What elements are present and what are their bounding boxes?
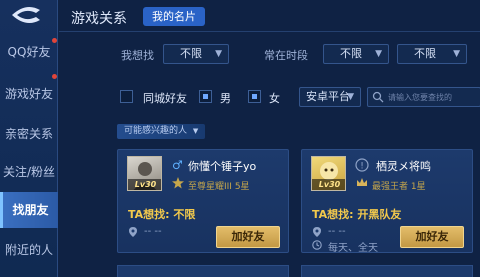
sidebar-item-nearby[interactable]: 附近的人 xyxy=(0,232,58,268)
player-name: 你懂个锤子yo xyxy=(188,160,257,173)
add-friend-button[interactable]: 加好友 xyxy=(400,226,464,248)
add-friend-button[interactable]: 加好友 xyxy=(216,226,280,248)
sidebar: QQ好友 游戏好友 亲密关系 关注/粉丝 找朋友 附近的人 xyxy=(0,0,58,277)
platform-select-value: 安卓平台 xyxy=(306,90,350,103)
sidebar-item-label: 游戏好友 xyxy=(4,87,53,101)
chevron-down-icon: ▼ xyxy=(375,49,382,59)
chevron-down-icon: ▼ xyxy=(453,49,460,59)
female-checkbox[interactable] xyxy=(248,90,261,103)
player-card[interactable]: Lv30 ♂ 你懂个锤子yo 至尊星耀III 5星 TA想找: 不限 -- --… xyxy=(117,149,289,253)
sidebar-item-game-friends[interactable]: 游戏好友 xyxy=(0,76,58,112)
location-text: -- -- xyxy=(328,226,346,237)
player-card-peek xyxy=(117,265,289,277)
location-icon xyxy=(129,227,137,237)
header-bar: 游戏关系 我的名片 xyxy=(59,0,480,32)
want-text: TA想找: 不限 xyxy=(128,208,196,221)
male-label: 男 xyxy=(220,92,231,105)
page-title: 游戏关系 xyxy=(71,11,127,27)
level-badge: Lv30 xyxy=(128,179,161,190)
unknown-gender-icon: ! xyxy=(355,158,369,172)
sidebar-item-label: 关注/粉丝 xyxy=(2,165,56,179)
level-badge: Lv30 xyxy=(312,179,345,190)
time-select-value: 不限 xyxy=(340,47,362,60)
time-filter-label: 常在时段 xyxy=(264,49,308,62)
want-select-value: 不限 xyxy=(180,47,202,60)
want-filter-label: 我想找 xyxy=(121,49,154,62)
notification-dot xyxy=(52,38,57,43)
want-select[interactable]: 不限 ▼ xyxy=(163,44,229,64)
avatar[interactable]: Lv30 xyxy=(127,156,162,191)
platform-select[interactable]: 安卓平台 ▼ xyxy=(299,87,361,107)
back-logo-icon[interactable] xyxy=(6,4,46,26)
my-card-button[interactable]: 我的名片 xyxy=(143,7,205,26)
want-text: TA想找: 开黑队友 xyxy=(312,208,402,221)
sidebar-item-find-friends[interactable]: 找朋友 xyxy=(0,192,58,228)
sidebar-item-intimate[interactable]: 亲密关系 xyxy=(0,116,58,152)
sidebar-item-label: 找朋友 xyxy=(12,203,49,217)
search-box xyxy=(367,87,480,107)
chevron-down-icon: ▼ xyxy=(347,92,354,102)
svg-text:!: ! xyxy=(360,162,364,172)
sidebar-item-follow-fans[interactable]: 关注/粉丝 xyxy=(0,154,58,190)
chevron-down-icon: ▼ xyxy=(192,127,199,135)
time-select-value-2: 不限 xyxy=(414,47,436,60)
search-input[interactable] xyxy=(388,89,480,105)
sidebar-item-label: QQ好友 xyxy=(7,45,51,59)
time-select[interactable]: 不限 ▼ xyxy=(323,44,389,64)
player-name: 栖灵メ将鸣 xyxy=(376,160,431,173)
male-checkbox[interactable] xyxy=(199,90,212,103)
sidebar-item-label: 附近的人 xyxy=(4,243,53,257)
section-tag-label: 可能感兴趣的人 xyxy=(124,126,188,136)
search-icon xyxy=(372,91,384,103)
sidebar-item-label: 亲密关系 xyxy=(4,127,53,141)
clock-icon xyxy=(312,240,322,250)
sidebar-item-qq-friends[interactable]: QQ好友 xyxy=(0,34,58,70)
location-icon xyxy=(313,227,321,237)
rank-text: 最强王者 1星 xyxy=(372,182,426,192)
player-card-peek xyxy=(301,265,473,277)
same-city-checkbox[interactable] xyxy=(120,90,133,103)
time-text: 每天、全天 xyxy=(328,243,378,254)
main-panel: 游戏关系 我的名片 我想找 不限 ▼ 常在时段 不限 ▼ 不限 ▼ 同城好友 男… xyxy=(59,0,480,277)
rank-star-icon xyxy=(172,177,184,189)
section-tag: 可能感兴趣的人 ▼ xyxy=(117,124,206,139)
male-gender-icon: ♂ xyxy=(172,158,183,172)
chevron-down-icon: ▼ xyxy=(215,49,222,59)
time-select-2[interactable]: 不限 ▼ xyxy=(397,44,467,64)
notification-dot xyxy=(52,74,57,79)
player-card[interactable]: Lv30 ! 栖灵メ将鸣 最强王者 1星 TA想找: 开黑队友 -- -- 每天… xyxy=(301,149,473,254)
avatar[interactable]: Lv30 xyxy=(311,156,346,191)
rank-crown-icon xyxy=(357,178,367,186)
rank-text: 至尊星耀III 5星 xyxy=(188,182,250,192)
female-label: 女 xyxy=(269,92,280,105)
same-city-label: 同城好友 xyxy=(143,92,187,105)
location-text: -- -- xyxy=(144,226,162,237)
